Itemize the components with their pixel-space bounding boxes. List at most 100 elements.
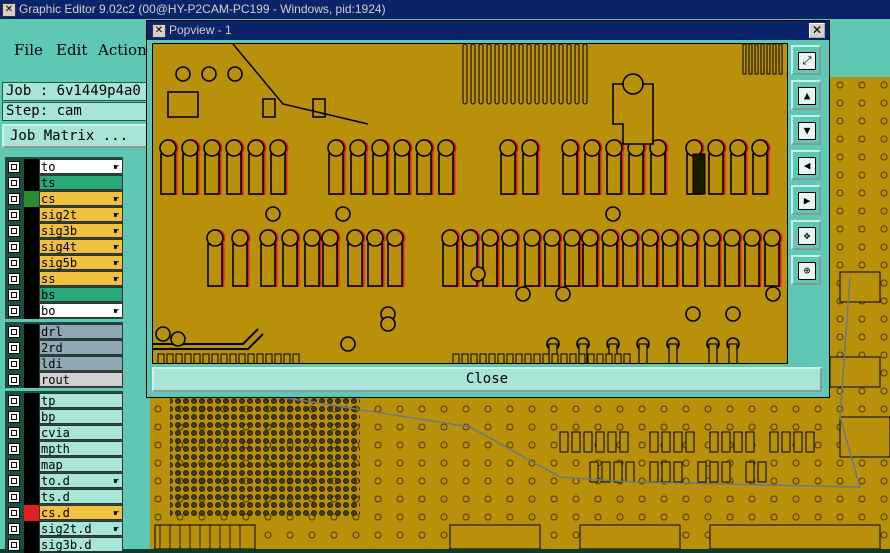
menu-edit[interactable]: Edit xyxy=(56,41,87,59)
layer-row-map[interactable]: map xyxy=(5,457,123,473)
layer-checkbox[interactable] xyxy=(8,411,20,423)
layer-name[interactable]: bp xyxy=(39,409,123,424)
layer-color-swatch[interactable] xyxy=(24,175,39,191)
layer-color-swatch[interactable] xyxy=(24,489,39,505)
layer-color-swatch[interactable] xyxy=(24,372,39,388)
layer-row-sig4t[interactable]: sig4t ☛ xyxy=(5,239,123,255)
layer-row-sig5b[interactable]: sig5b ☛ xyxy=(5,255,123,271)
layer-name[interactable]: sig3b ☛ xyxy=(39,223,123,238)
layer-checkbox[interactable] xyxy=(8,427,20,439)
zoom-fit-button[interactable]: ⤢ xyxy=(791,45,821,75)
layer-checkbox[interactable] xyxy=(8,289,20,301)
layer-color-swatch[interactable] xyxy=(24,255,39,271)
layer-color-swatch[interactable] xyxy=(24,356,39,372)
layer-name[interactable]: ss ☛ xyxy=(39,271,123,286)
pan-up-button[interactable]: ▲ xyxy=(791,80,821,110)
layer-row-to-d[interactable]: to.d ☛ xyxy=(5,473,123,489)
layer-color-swatch[interactable] xyxy=(24,441,39,457)
layer-name[interactable]: to ☛ xyxy=(39,159,123,174)
layer-color-swatch[interactable] xyxy=(24,537,39,553)
layer-name[interactable]: mpth xyxy=(39,441,123,456)
layer-checkbox[interactable] xyxy=(8,539,20,551)
layer-row-tp[interactable]: tp xyxy=(5,393,123,409)
job-matrix-button[interactable]: Job Matrix ... xyxy=(2,124,152,148)
layer-row-sig2t[interactable]: sig2t ☛ xyxy=(5,207,123,223)
layer-row-bp[interactable]: bp xyxy=(5,409,123,425)
layer-color-swatch[interactable] xyxy=(24,239,39,255)
layer-checkbox[interactable] xyxy=(8,225,20,237)
layer-name[interactable]: ts xyxy=(39,175,123,190)
layer-name[interactable]: cvia xyxy=(39,425,123,440)
layer-color-swatch[interactable] xyxy=(24,409,39,425)
layer-name[interactable]: cs.d ☛ xyxy=(39,505,123,520)
layer-color-swatch[interactable] xyxy=(24,521,39,537)
layer-row-ldi[interactable]: ldi xyxy=(5,356,123,372)
layer-name[interactable]: 2rd xyxy=(39,340,123,355)
layer-name[interactable]: map xyxy=(39,457,123,472)
layer-row-sig3b-d[interactable]: sig3b.d xyxy=(5,537,123,553)
layer-color-swatch[interactable] xyxy=(24,191,39,207)
layer-name[interactable]: bo ☛ xyxy=(39,303,123,318)
popview-titlebar[interactable]: ✕ Popview - 1 ✕ xyxy=(147,21,829,40)
layer-checkbox[interactable] xyxy=(8,305,20,317)
layer-color-swatch[interactable] xyxy=(24,324,39,340)
layer-name[interactable]: to.d ☛ xyxy=(39,473,123,488)
layer-row-mpth[interactable]: mpth xyxy=(5,441,123,457)
pan-down-button[interactable]: ▼ xyxy=(791,115,821,145)
layer-row-cs[interactable]: cs ☛ xyxy=(5,191,123,207)
layer-color-swatch[interactable] xyxy=(24,473,39,489)
layer-name[interactable]: drl xyxy=(39,324,123,339)
zoom-in-button[interactable]: ✥ xyxy=(791,220,821,250)
pan-right-button[interactable]: ▶ xyxy=(791,185,821,215)
layer-checkbox[interactable] xyxy=(8,507,20,519)
layer-row-ts-d[interactable]: ts.d xyxy=(5,489,123,505)
layer-name[interactable]: rout xyxy=(39,372,123,387)
layer-name[interactable]: bs xyxy=(39,287,123,302)
layer-checkbox[interactable] xyxy=(8,395,20,407)
layer-row-to[interactable]: to ☛ xyxy=(5,159,123,175)
layer-color-swatch[interactable] xyxy=(24,271,39,287)
layer-checkbox[interactable] xyxy=(8,209,20,221)
layer-name[interactable]: sig4t ☛ xyxy=(39,239,123,254)
layer-name[interactable]: cs ☛ xyxy=(39,191,123,206)
layer-checkbox[interactable] xyxy=(8,257,20,269)
layer-name[interactable]: sig5b ☛ xyxy=(39,255,123,270)
layer-checkbox[interactable] xyxy=(8,491,20,503)
layer-checkbox[interactable] xyxy=(8,326,20,338)
layer-row-bo[interactable]: bo ☛ xyxy=(5,303,123,319)
layer-color-swatch[interactable] xyxy=(24,207,39,223)
layer-name[interactable]: sig3b.d xyxy=(39,537,123,552)
close-icon[interactable]: ✕ xyxy=(809,23,825,38)
layer-row-ss[interactable]: ss ☛ xyxy=(5,271,123,287)
popview-close-button[interactable]: Close xyxy=(152,367,822,392)
layer-color-swatch[interactable] xyxy=(24,425,39,441)
layer-checkbox[interactable] xyxy=(8,459,20,471)
layer-row-sig2t-d[interactable]: sig2t.d ☛ xyxy=(5,521,123,537)
layer-row-cvia[interactable]: cvia xyxy=(5,425,123,441)
layer-name[interactable]: sig2t ☛ xyxy=(39,207,123,222)
layer-name[interactable]: sig2t.d ☛ xyxy=(39,521,123,536)
layer-checkbox[interactable] xyxy=(8,475,20,487)
layer-checkbox[interactable] xyxy=(8,273,20,285)
layer-row-sig3b[interactable]: sig3b ☛ xyxy=(5,223,123,239)
layer-row-2rd[interactable]: 2rd xyxy=(5,340,123,356)
layer-checkbox[interactable] xyxy=(8,161,20,173)
layer-checkbox[interactable] xyxy=(8,358,20,370)
layer-checkbox[interactable] xyxy=(8,342,20,354)
layer-color-swatch[interactable] xyxy=(24,340,39,356)
layer-checkbox[interactable] xyxy=(8,523,20,535)
layer-row-drl[interactable]: drl xyxy=(5,324,123,340)
layer-color-swatch[interactable] xyxy=(24,303,39,319)
layer-checkbox[interactable] xyxy=(8,443,20,455)
layer-name[interactable]: ts.d xyxy=(39,489,123,504)
layer-color-swatch[interactable] xyxy=(24,287,39,303)
layer-checkbox[interactable] xyxy=(8,193,20,205)
layer-color-swatch[interactable] xyxy=(24,393,39,409)
popview-canvas[interactable] xyxy=(152,43,788,364)
layer-row-ts[interactable]: ts xyxy=(5,175,123,191)
layer-color-swatch[interactable] xyxy=(24,223,39,239)
pan-left-button[interactable]: ◀ xyxy=(791,150,821,180)
layer-name[interactable]: tp xyxy=(39,393,123,408)
layer-color-swatch[interactable] xyxy=(24,159,39,175)
layer-row-bs[interactable]: bs xyxy=(5,287,123,303)
